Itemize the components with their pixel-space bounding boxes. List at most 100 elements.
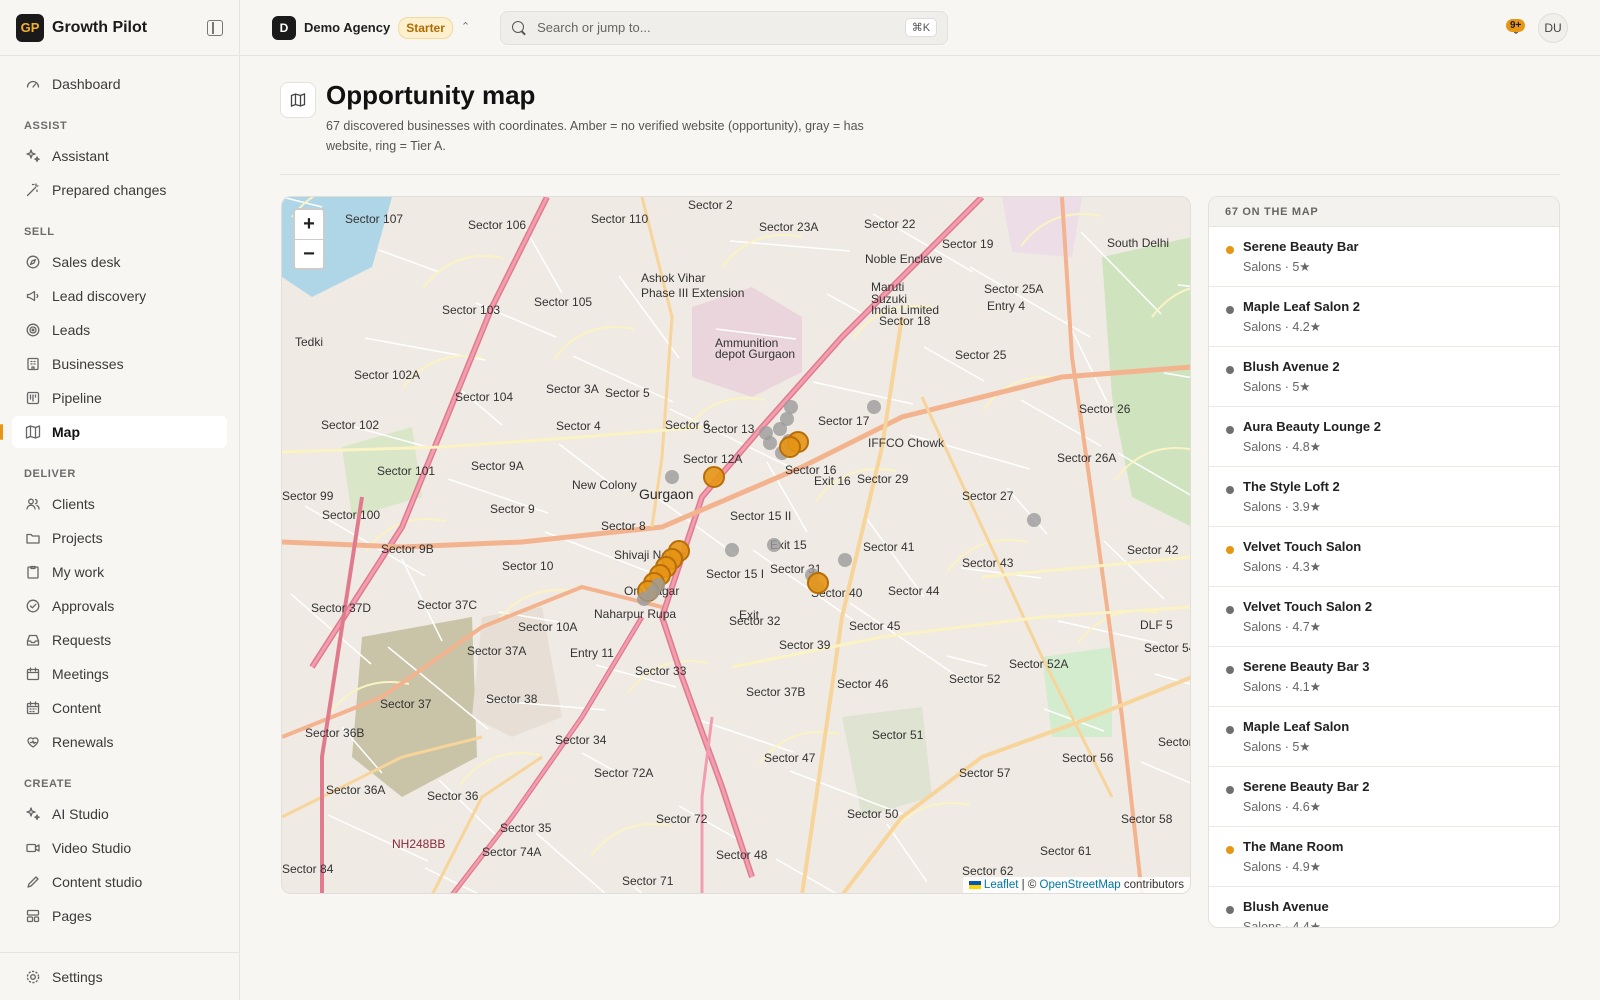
business-name: Aura Beauty Lounge 2 <box>1243 419 1381 434</box>
business-name: Serene Beauty Bar <box>1243 239 1359 254</box>
folder-icon <box>24 529 42 547</box>
building-icon <box>24 355 42 373</box>
sidebar-item-assistant[interactable]: Assistant <box>12 140 227 172</box>
map-marker-has-website[interactable] <box>767 538 781 552</box>
map-marker-has-website[interactable] <box>838 553 852 567</box>
map-place-label: Sector 47 <box>764 751 816 765</box>
app-logo[interactable]: GP <box>16 13 44 42</box>
map-place-label: Sector 17 <box>818 414 870 428</box>
sidebar-item-pipeline[interactable]: Pipeline <box>12 382 227 414</box>
sidebar-collapse-icon[interactable] <box>207 19 223 36</box>
map-icon <box>280 82 316 118</box>
layout-icon <box>24 907 42 925</box>
workspace-name[interactable]: Demo Agency <box>304 20 390 35</box>
business-name: Maple Leaf Salon <box>1243 719 1350 734</box>
page-header: Opportunity map 67 discovered businesses… <box>280 80 1560 175</box>
notifications-button[interactable]: 9+ <box>1502 14 1530 42</box>
list-item[interactable]: Velvet Touch Salon Salons · 4.3★ <box>1209 527 1559 587</box>
map-marker-opportunity[interactable] <box>779 436 801 458</box>
business-name: Maple Leaf Salon 2 <box>1243 299 1361 314</box>
business-meta: Salons · 4.4★ <box>1243 920 1321 928</box>
sidebar-item-label: Projects <box>52 530 103 546</box>
business-name: Serene Beauty Bar 2 <box>1243 779 1370 794</box>
list-item[interactable]: Blush Avenue Salons · 4.4★ <box>1209 887 1559 928</box>
map-place-label: Sector 29 <box>857 472 909 486</box>
map-place-label: Sector 102A <box>354 368 420 382</box>
sidebar-item-requests[interactable]: Requests <box>12 624 227 656</box>
sidebar-item-meetings[interactable]: Meetings <box>12 658 227 690</box>
sidebar-item-ai-studio[interactable]: AI Studio <box>12 798 227 830</box>
business-name: Velvet Touch Salon <box>1243 539 1362 554</box>
list-item[interactable]: Serene Beauty Bar Salons · 5★ <box>1209 227 1559 287</box>
map-marker-opportunity[interactable] <box>703 466 725 488</box>
user-avatar[interactable]: DU <box>1538 12 1568 43</box>
sidebar-item-map[interactable]: Map <box>0 416 227 448</box>
sidebar-item-lead-discovery[interactable]: Lead discovery <box>12 280 227 312</box>
zoom-out-button[interactable]: − <box>295 239 323 268</box>
sidebar-item-video-studio[interactable]: Video Studio <box>12 832 227 864</box>
sidebar-item-label: My work <box>52 564 105 580</box>
map-place-label: Sector 51 <box>872 728 924 742</box>
sidebar-item-renewals[interactable]: Renewals <box>12 726 227 758</box>
search-input[interactable] <box>537 20 905 35</box>
kanban-icon <box>24 389 42 407</box>
sidebar-item-my-work[interactable]: My work <box>12 556 227 588</box>
list-item[interactable]: Serene Beauty Bar 2 Salons · 4.6★ <box>1209 767 1559 827</box>
sidebar-item-clients[interactable]: Clients <box>12 488 227 520</box>
search-bar[interactable]: ⌘K <box>500 10 949 45</box>
map-marker-has-website[interactable] <box>651 578 665 592</box>
list-item[interactable]: Maple Leaf Salon 2 Salons · 4.2★ <box>1209 287 1559 347</box>
sidebar-item-label: Dashboard <box>52 76 121 92</box>
sidebar-item-projects[interactable]: Projects <box>12 522 227 554</box>
sidebar-item-pages[interactable]: Pages <box>12 900 227 932</box>
list-item[interactable]: Aura Beauty Lounge 2 Salons · 4.8★ <box>1209 407 1559 467</box>
sidebar-item-businesses[interactable]: Businesses <box>12 348 227 380</box>
opportunity-map[interactable]: Sector 107 Sector 106 Sector 110 Sector 2 Se… <box>281 196 1191 894</box>
compass-icon <box>24 253 42 271</box>
map-place-label: Sector 100 <box>322 508 380 522</box>
target-icon <box>24 321 42 339</box>
map-place-label: Sector 71 <box>622 874 674 888</box>
map-marker-has-website[interactable] <box>784 400 798 414</box>
map-place-label: Sector 103 <box>442 303 500 317</box>
business-meta: Salons · 4.7★ <box>1243 620 1321 634</box>
map-place-label: Sector 25A <box>984 282 1043 296</box>
sidebar-item-leads[interactable]: Leads <box>12 314 227 346</box>
osm-link[interactable]: OpenStreetMap <box>1040 879 1121 891</box>
map-marker-has-website[interactable] <box>867 400 881 414</box>
list-item[interactable]: Velvet Touch Salon 2 Salons · 4.7★ <box>1209 587 1559 647</box>
pen-icon <box>24 873 42 891</box>
sidebar-item-label: Pages <box>52 908 92 924</box>
sidebar-item-dashboard[interactable]: Dashboard <box>12 68 227 100</box>
list-item[interactable]: Blush Avenue 2 Salons · 5★ <box>1209 347 1559 407</box>
sidebar-item-content[interactable]: Content <box>12 692 227 724</box>
workspace-switcher-icon[interactable]: ⌃ <box>461 22 470 33</box>
map-marker-has-website[interactable] <box>773 422 787 436</box>
list-item[interactable]: The Mane Room Salons · 4.9★ <box>1209 827 1559 887</box>
sidebar-item-content-studio[interactable]: Content studio <box>12 866 227 898</box>
map-marker-has-website[interactable] <box>665 470 679 484</box>
map-marker-has-website[interactable] <box>725 543 739 557</box>
app-name: Growth Pilot <box>52 18 148 36</box>
map-tiles[interactable]: Sector 107 Sector 106 Sector 110 Sector 2 Se… <box>282 197 1191 894</box>
list-item[interactable]: Maple Leaf Salon Salons · 5★ <box>1209 707 1559 767</box>
zoom-in-button[interactable]: + <box>295 210 323 239</box>
list-item[interactable]: Serene Beauty Bar 3 Salons · 4.1★ <box>1209 647 1559 707</box>
map-place-label: Sector 46 <box>837 677 889 691</box>
sidebar-item-prepared-changes[interactable]: Prepared changes <box>12 174 227 206</box>
sidebar-item-sales-desk[interactable]: Sales desk <box>12 246 227 278</box>
workspace-avatar[interactable]: D <box>272 15 296 40</box>
map-marker-has-website[interactable] <box>1027 513 1041 527</box>
map-marker-opportunity[interactable] <box>807 572 829 594</box>
sidebar-item-approvals[interactable]: Approvals <box>12 590 227 622</box>
business-meta: Salons · 3.9★ <box>1243 500 1321 514</box>
map-marker-has-website[interactable] <box>759 426 773 440</box>
leaflet-link[interactable]: Leaflet <box>984 879 1019 891</box>
list-item[interactable]: The Style Loft 2 Salons · 3.9★ <box>1209 467 1559 527</box>
sidebar-item-settings[interactable]: Settings <box>12 961 227 993</box>
map-business-list: 67 ON THE MAP Serene Beauty Bar Salons · … <box>1208 196 1560 928</box>
sidebar-item-label: AI Studio <box>52 806 109 822</box>
map-place-label: Sector 52 <box>949 672 1001 686</box>
map-place-label: IFFCO Chowk <box>868 436 945 450</box>
nav-section-title: ASSIST <box>24 120 68 132</box>
